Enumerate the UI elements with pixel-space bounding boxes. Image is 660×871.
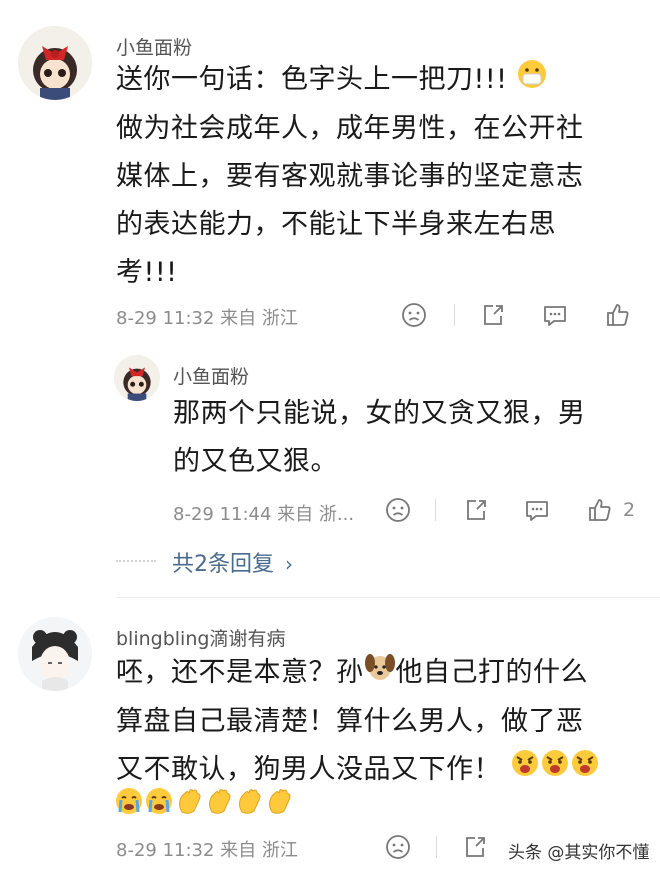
comment-line: 做为社会成年人，成年男性，在公开社 bbox=[116, 112, 584, 144]
reply-line: 的又色又狠。 bbox=[173, 446, 338, 477]
comment-line: 算盘自己最清楚！算什么男人，做了恶 bbox=[116, 705, 584, 737]
reply-text: 那两个只能说，女的又贪又狠，男 的又色又狠。 bbox=[173, 390, 643, 486]
chevron-right-icon: › bbox=[285, 552, 293, 576]
reply-meta: 8-29 11:44 来自 浙... bbox=[173, 504, 355, 525]
comment-line: 呸，还不是本意？孙 bbox=[116, 657, 364, 688]
frown-face-icon[interactable] bbox=[385, 834, 411, 860]
comment-meta: 8-29 11:32 来自 浙江 bbox=[116, 840, 298, 861]
comment-line: 又不敢认，狗男人没品又下作！ bbox=[116, 753, 501, 785]
share-icon[interactable] bbox=[463, 497, 489, 523]
thumbs-up-icon[interactable] bbox=[605, 302, 631, 328]
comment-meta: 8-29 11:32 来自 浙江 bbox=[116, 308, 298, 329]
divider bbox=[436, 836, 437, 858]
angry-emoji-icon bbox=[510, 746, 540, 794]
divider bbox=[435, 499, 436, 521]
comment-line: 他自己打的什么 bbox=[395, 657, 588, 688]
comment-text: 送你一句话：色字头上一把刀!!! 做为社会成年人，成年男性，在公开社 媒体上，要… bbox=[116, 56, 636, 297]
reply-avatar[interactable] bbox=[114, 355, 160, 401]
dog-emoji-icon bbox=[364, 650, 396, 698]
angry-emoji-icon bbox=[540, 746, 570, 794]
comment-text: 呸，还不是本意？孙 他自己打的什么 算盘自己最清楚！算什么男人，做了恶 又不敢认… bbox=[116, 649, 646, 794]
comment-line: 送你一句话：色字头上一把刀!!! bbox=[116, 64, 508, 95]
like-count: 2 bbox=[623, 499, 636, 521]
mask-emoji-icon bbox=[517, 57, 547, 105]
replies-dash bbox=[116, 560, 156, 562]
crying-emoji-icon bbox=[144, 786, 174, 820]
clap-emoji-icon bbox=[204, 786, 234, 820]
clap-emoji-icon bbox=[264, 786, 294, 820]
comment-line: 考!!! bbox=[116, 256, 178, 288]
comment-bubble-icon[interactable] bbox=[542, 302, 568, 328]
comment-line: 的表达能力，不能让下半身来左右思 bbox=[116, 208, 556, 240]
share-icon[interactable] bbox=[462, 834, 488, 860]
emoji-row bbox=[114, 786, 294, 816]
comment-line: 媒体上，要有客观就事论事的坚定意志 bbox=[116, 160, 584, 192]
reply-username[interactable]: 小鱼面粉 bbox=[173, 362, 249, 389]
crying-emoji-icon bbox=[114, 786, 144, 820]
frown-face-icon[interactable] bbox=[385, 497, 411, 523]
thumbs-up-icon[interactable] bbox=[587, 497, 613, 523]
avatar[interactable] bbox=[18, 26, 92, 100]
comment-username[interactable]: blingbling滴谢有病 bbox=[116, 624, 285, 651]
avatar[interactable] bbox=[18, 617, 92, 691]
reply-line: 那两个只能说，女的又贪又狠，男 bbox=[173, 398, 586, 429]
comment-divider bbox=[116, 597, 660, 598]
clap-emoji-icon bbox=[234, 786, 264, 820]
frown-face-icon[interactable] bbox=[401, 302, 427, 328]
divider bbox=[454, 304, 455, 326]
share-icon[interactable] bbox=[480, 302, 506, 328]
comment-bubble-icon[interactable] bbox=[524, 497, 550, 523]
angry-emoji-icon bbox=[570, 746, 600, 794]
clap-emoji-icon bbox=[174, 786, 204, 820]
watermark: 头条 @其实你不懂 bbox=[508, 843, 650, 863]
more-replies-link[interactable]: 共2条回复 › bbox=[172, 546, 293, 578]
